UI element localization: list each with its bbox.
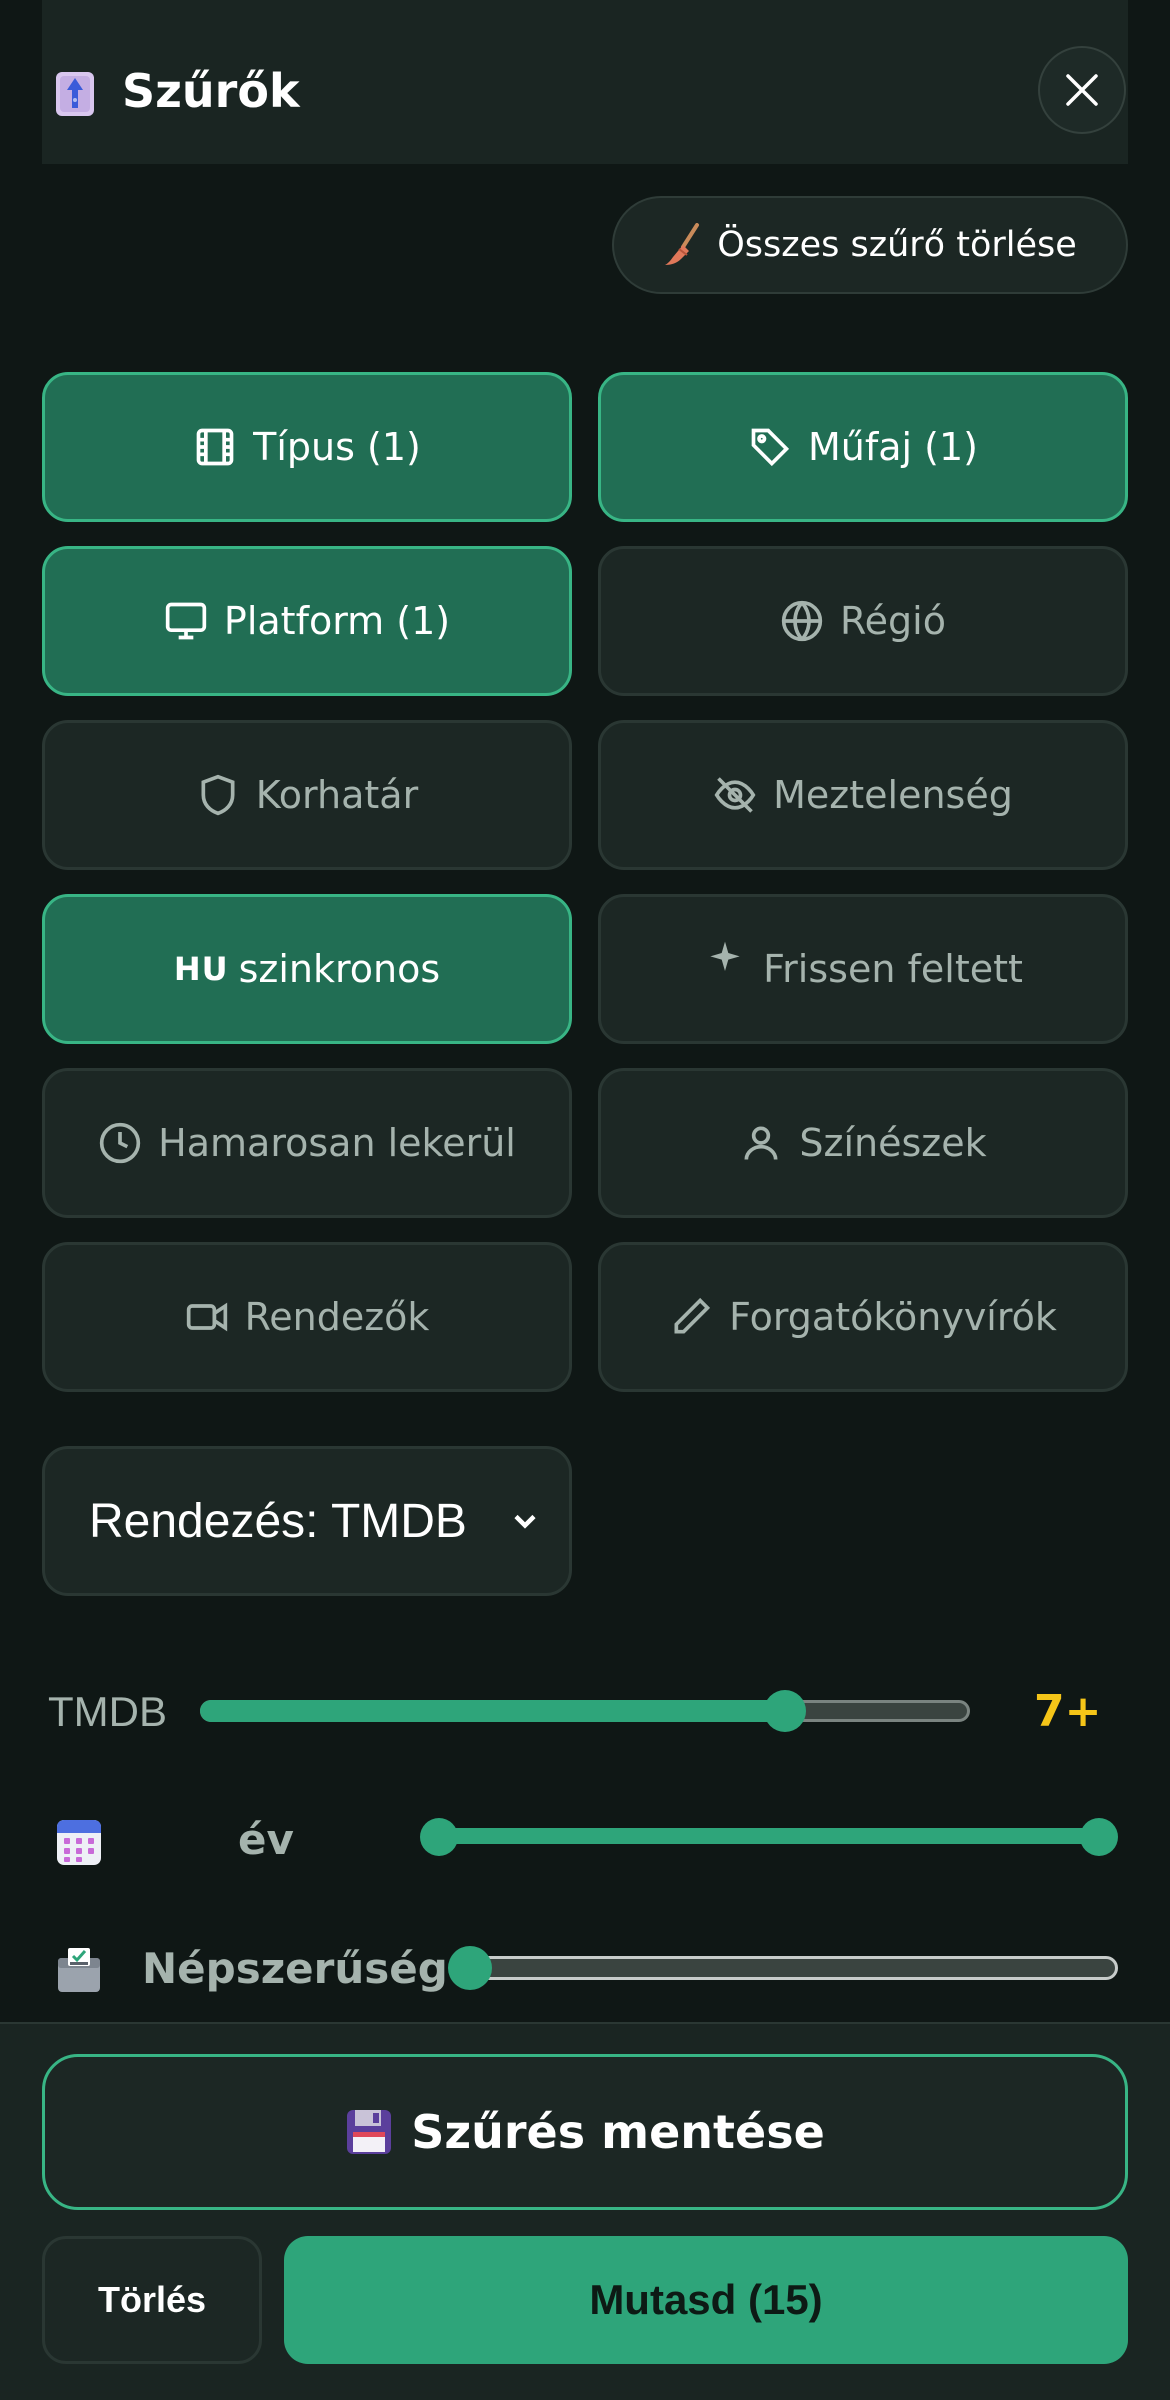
filter-region-button[interactable]: Régió [598, 546, 1128, 696]
hu-tag: HU [173, 950, 229, 988]
filter-platform-label: Platform (1) [223, 599, 451, 643]
filter-age-rating-label: Korhatár [255, 773, 419, 817]
floppy-disk-icon [347, 2110, 392, 2154]
header: Szűrők [42, 0, 1128, 164]
user-icon [744, 1126, 778, 1160]
clear-all-filters-button[interactable]: Összes szűrő törlése [612, 196, 1128, 294]
year-slider-min-handle[interactable] [420, 1818, 458, 1856]
filter-recently-added-button[interactable]: Frissen feltett [598, 894, 1128, 1044]
pencil-icon [674, 1297, 711, 1334]
filter-hu-dubbed-label: szinkronos [238, 947, 441, 991]
filter-genre-label: Műfaj (1) [808, 425, 978, 469]
close-button[interactable] [1038, 46, 1126, 134]
filter-writers-label: Forgatókönyvírók [729, 1295, 1057, 1339]
filter-type-button[interactable]: Típus (1) [42, 372, 572, 522]
filter-nudity-label: Meztelenség [773, 773, 1013, 817]
sparkle-icon [710, 941, 740, 971]
clear-all-label: Összes szűrő törlése [717, 225, 1077, 265]
video-icon [186, 1302, 227, 1332]
filter-directors-button[interactable]: Rendezők [42, 1242, 572, 1392]
filter-age-rating-button[interactable]: Korhatár [42, 720, 572, 870]
tmdb-slider-value: 7+ [1034, 1686, 1102, 1737]
filter-actors-label: Színészek [799, 1121, 987, 1165]
clock-icon [99, 1122, 141, 1164]
tmdb-slider-label: TMDB [48, 1688, 167, 1735]
chevron-down-icon [514, 1514, 536, 1529]
year-slider-track[interactable] [440, 1828, 1098, 1844]
delete-label: Törlés [97, 2279, 207, 2320]
filter-writers-button[interactable]: Forgatókönyvírók [598, 1242, 1128, 1392]
eye-off-icon [714, 777, 756, 813]
filter-leaving-soon-label: Hamarosan lekerül [158, 1121, 516, 1165]
filter-type-label: Típus (1) [253, 425, 421, 469]
close-icon [1066, 74, 1098, 106]
year-slider-label: év [238, 1815, 294, 1864]
filter-leaving-soon-button[interactable]: Hamarosan lekerül [42, 1068, 572, 1218]
calendar-icon [57, 1820, 101, 1865]
save-filter-label: Szűrés mentése [411, 2105, 825, 2159]
popularity-slider-handle[interactable] [448, 1946, 492, 1990]
tmdb-slider-track[interactable] [200, 1700, 970, 1722]
filter-emoji-icon [56, 72, 94, 116]
film-icon [196, 428, 234, 466]
tag-icon [751, 428, 790, 467]
monitor-icon [165, 602, 207, 640]
filter-nudity-button[interactable]: Meztelenség [598, 720, 1128, 870]
sort-select[interactable]: Rendezés: TMDB [42, 1446, 572, 1596]
filter-recently-added-label: Frissen feltett [763, 947, 1023, 991]
show-results-label: Mutasd (15) [589, 2276, 823, 2323]
page-title: Szűrők [122, 64, 300, 118]
year-slider-max-handle[interactable] [1080, 1818, 1118, 1856]
delete-button[interactable]: Törlés [42, 2236, 262, 2364]
filter-hu-dubbed-button[interactable]: HU szinkronos [42, 894, 572, 1044]
globe-icon [781, 600, 823, 642]
broom-icon [665, 223, 700, 265]
filter-directors-label: Rendezők [244, 1295, 430, 1339]
save-filter-button[interactable]: Szűrés mentése [42, 2054, 1128, 2210]
popularity-slider-track[interactable] [462, 1956, 1118, 1980]
filter-platform-button[interactable]: Platform (1) [42, 546, 572, 696]
filter-genre-button[interactable]: Műfaj (1) [598, 372, 1128, 522]
filter-actors-button[interactable]: Színészek [598, 1068, 1128, 1218]
ballot-box-icon [58, 1948, 100, 1992]
popularity-slider-label: Népszerűség [142, 1944, 448, 1993]
tmdb-slider-fill [200, 1700, 789, 1722]
sort-select-value: Rendezés: TMDB [89, 1494, 467, 1548]
filter-region-label: Régió [839, 599, 946, 643]
tmdb-slider-handle[interactable] [764, 1690, 807, 1732]
show-results-button[interactable]: Mutasd (15) [284, 2236, 1128, 2364]
shield-icon [201, 774, 235, 816]
